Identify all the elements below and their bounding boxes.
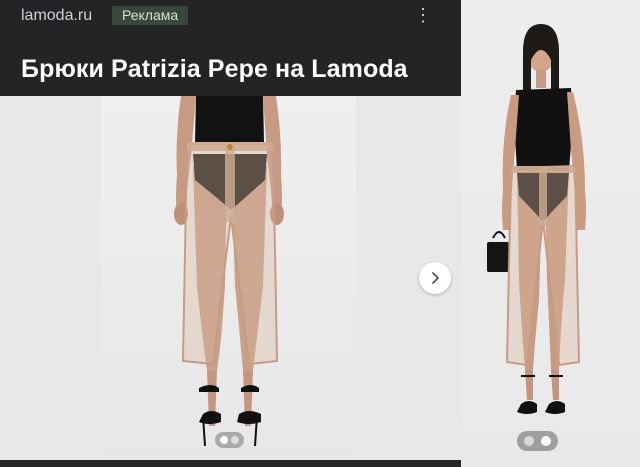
product-photo-main[interactable] bbox=[101, 96, 356, 460]
carousel-next-button[interactable] bbox=[419, 262, 451, 294]
pager-dot[interactable] bbox=[524, 436, 534, 446]
ad-card[interactable]: lamoda.ru Реклама ⋮ Брюки Patrizia Pepe … bbox=[0, 0, 461, 467]
pager-dot-active[interactable] bbox=[541, 436, 551, 446]
ad-domain-link[interactable]: lamoda.ru bbox=[21, 7, 92, 25]
screen: lamoda.ru Реклама ⋮ Брюки Patrizia Pepe … bbox=[0, 0, 640, 467]
ad-header: lamoda.ru Реклама ⋮ Брюки Patrizia Pepe … bbox=[0, 0, 461, 96]
carousel-pager bbox=[215, 432, 244, 448]
chevron-right-icon bbox=[432, 272, 439, 284]
more-options-icon[interactable]: ⋮ bbox=[414, 6, 432, 26]
pager-dot[interactable] bbox=[231, 436, 239, 444]
product-illustration-full bbox=[487, 24, 586, 414]
pager-dot-active[interactable] bbox=[220, 436, 228, 444]
product-photo-side[interactable] bbox=[461, 0, 640, 467]
ad-label-badge: Реклама bbox=[112, 6, 189, 25]
ad-title[interactable]: Брюки Patrizia Pepe на Lamoda bbox=[21, 55, 408, 84]
ad-bottom-bar bbox=[0, 460, 461, 467]
product-illustration bbox=[174, 96, 284, 447]
side-carousel-pager bbox=[517, 431, 558, 451]
